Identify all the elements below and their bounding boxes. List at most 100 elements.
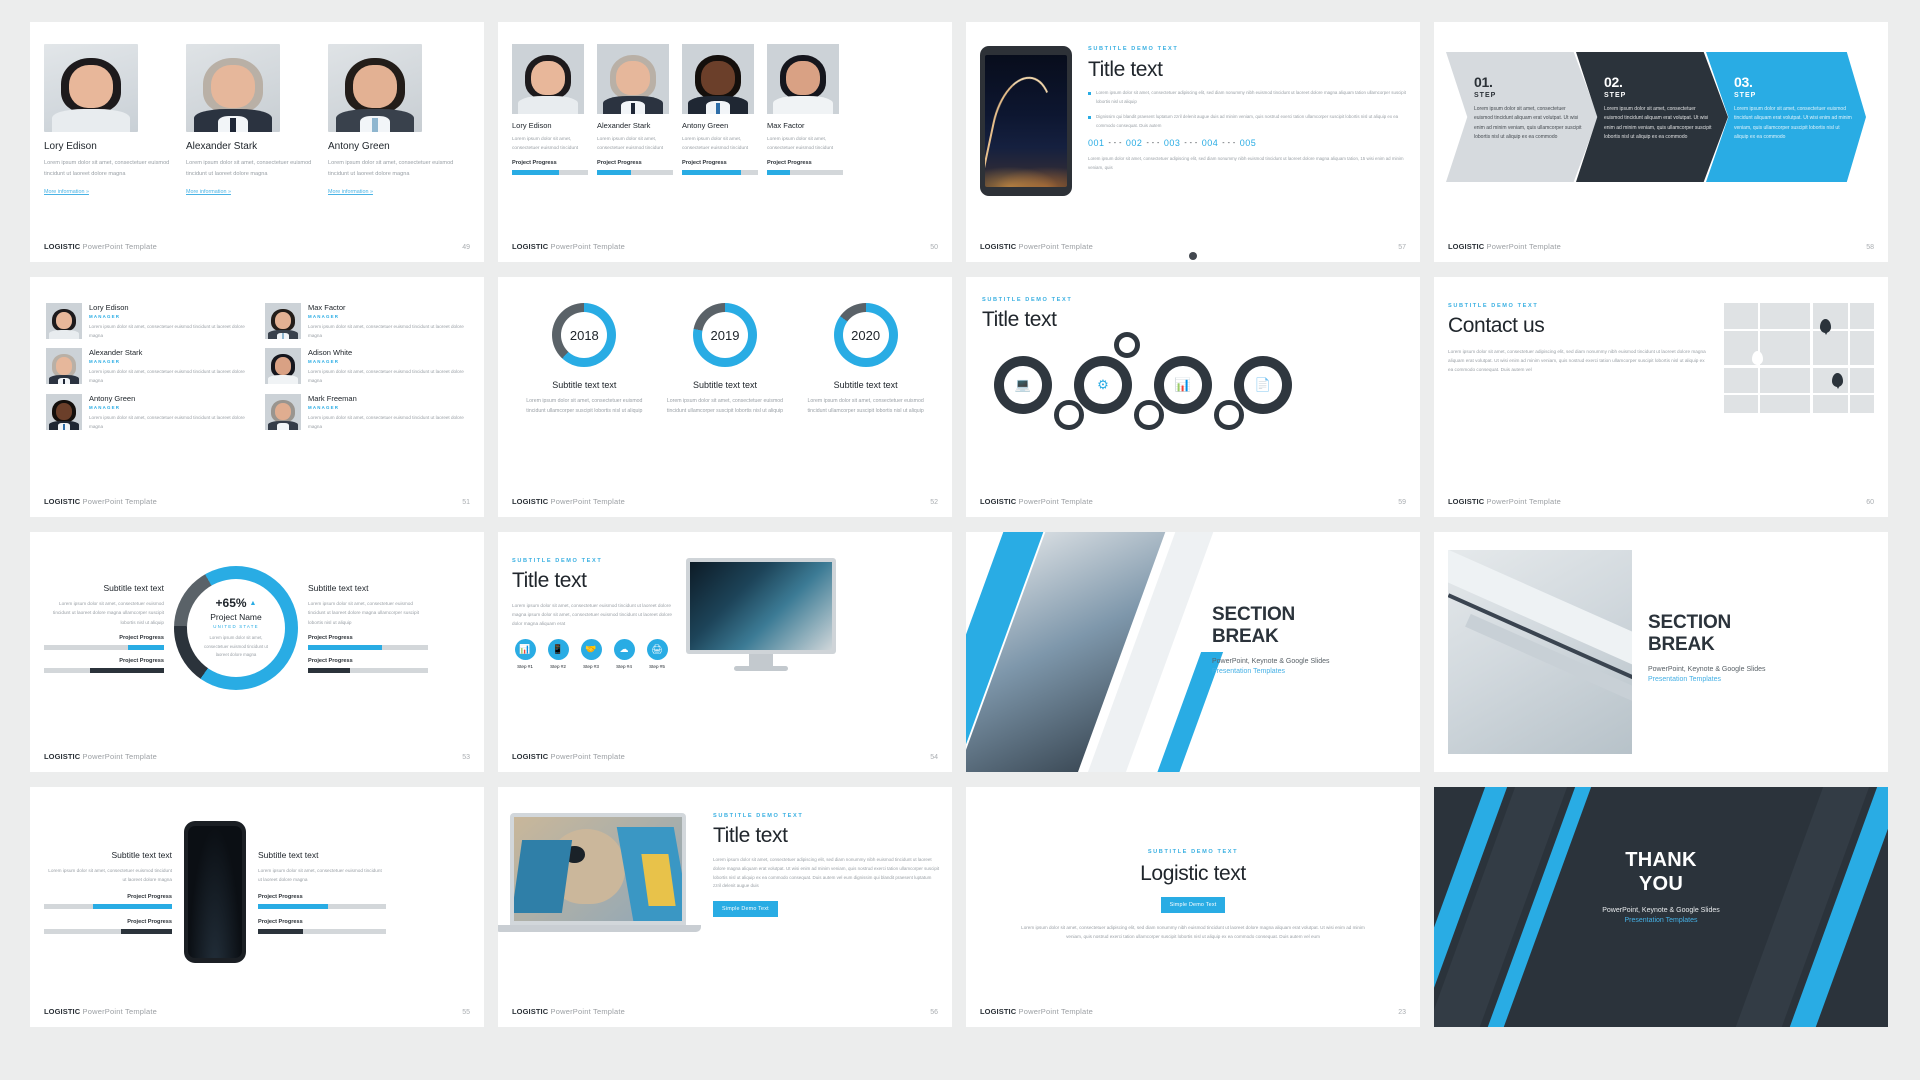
slide-footer: LOGISTIC PowerPoint Template bbox=[512, 752, 626, 761]
step-arrow-2[interactable]: 02. STEP Lorem ipsum dolor sit amet, con… bbox=[1576, 52, 1728, 182]
slide-title: Title text bbox=[512, 569, 587, 592]
step-label: STEP bbox=[1474, 92, 1497, 99]
sequence-number: 004 bbox=[1201, 138, 1219, 149]
donut-chart: 2020 bbox=[833, 303, 898, 367]
slide-23[interactable]: SUBTITLE DEMO TEXT Logistic text Simple … bbox=[966, 787, 1420, 1027]
gear-icon: 📊 bbox=[1154, 356, 1212, 414]
person-card[interactable]: Alexander Stark Lorem ipsum dolor sit am… bbox=[186, 44, 314, 198]
member-name: Adison White bbox=[308, 348, 353, 358]
bullet-dot bbox=[1088, 116, 1091, 120]
airplane-wing-image bbox=[1448, 550, 1632, 754]
progress-label: Project Progress bbox=[119, 634, 164, 641]
slide-footer: LOGISTIC PowerPoint Template bbox=[512, 497, 626, 506]
slide-55[interactable]: Subtitle text text Lorem ipsum dolor sit… bbox=[30, 787, 484, 1027]
right-desc: Lorem ipsum dolor sit amet, consectetuer… bbox=[308, 601, 419, 625]
donut-card[interactable]: 2019 Subtitle text text Lorem ipsum dolo… bbox=[666, 303, 784, 416]
map-pin-icon bbox=[1832, 373, 1843, 387]
progress-bar bbox=[258, 904, 386, 910]
progress-label: Project Progress bbox=[767, 159, 812, 166]
progress-label: Project Progress bbox=[308, 634, 353, 641]
step-number: 03. bbox=[1734, 74, 1753, 90]
section-accent-text: Presentation Templates bbox=[1212, 668, 1286, 676]
person-card[interactable]: Max Factor Lorem ipsum dolor sit amet, c… bbox=[767, 44, 843, 175]
slide-58[interactable]: 01. STEP Lorem ipsum dolor sit amet, con… bbox=[1434, 22, 1888, 262]
person-card[interactable]: Lory Edison Lorem ipsum dolor sit amet, … bbox=[512, 44, 588, 175]
progress-bar bbox=[512, 169, 588, 175]
demo-button[interactable]: Simple Demo Text bbox=[713, 901, 778, 918]
thank-you-line2: YOU bbox=[1638, 872, 1684, 895]
donut-subtitle: Subtitle text text bbox=[833, 380, 898, 390]
map-pin-icon bbox=[1752, 351, 1763, 365]
sequence-number: 001 bbox=[1088, 138, 1105, 149]
slide-50[interactable]: Lory Edison Lorem ipsum dolor sit amet, … bbox=[498, 22, 952, 262]
progress-label: Project Progress bbox=[127, 919, 172, 926]
left-desc: Lorem ipsum dolor sit amet, consectetuer… bbox=[48, 867, 172, 882]
step-item[interactable]: ☁ Step #4 bbox=[611, 639, 637, 669]
donut-card[interactable]: 2018 Subtitle text text Lorem ipsum dolo… bbox=[525, 303, 643, 416]
slide-caption: Lorem ipsum dolor sit amet, consectetuer… bbox=[1088, 156, 1404, 170]
progress-label: Project Progress bbox=[258, 919, 303, 926]
step-item[interactable]: 📊 Step #1 bbox=[512, 639, 538, 669]
avatar bbox=[265, 348, 301, 385]
slide-56[interactable]: SUBTITLE DEMO TEXT Title text Lorem ipsu… bbox=[498, 787, 952, 1027]
team-grid: Lory Edison MANAGER Lorem ipsum dolor sit … bbox=[30, 277, 484, 431]
demo-button[interactable]: Simple Demo Text bbox=[1160, 897, 1226, 913]
page-number: 57 bbox=[1398, 244, 1406, 251]
section-title-line2: BREAK bbox=[1648, 634, 1715, 656]
slide-footer: LOGISTIC PowerPoint Template bbox=[980, 242, 1094, 251]
person-desc: Lorem ipsum dolor sit amet, consectetuer… bbox=[44, 160, 170, 177]
slide-subtitle: SUBTITLE DEMO TEXT bbox=[512, 558, 603, 564]
sequence-number: 005 bbox=[1239, 138, 1257, 149]
slide-title: Title text bbox=[982, 308, 1057, 331]
person-card[interactable]: Antony Green Lorem ipsum dolor sit amet,… bbox=[328, 44, 456, 198]
slide-desc: Lorem ipsum dolor sit amet, consectetuer… bbox=[512, 603, 672, 627]
step-arrow-1[interactable]: 01. STEP Lorem ipsum dolor sit amet, con… bbox=[1446, 52, 1598, 182]
team-member[interactable]: Antony Green MANAGER Lorem ipsum dolor sit… bbox=[46, 393, 249, 431]
team-member[interactable]: Max Factor MANAGER Lorem ipsum dolor sit a… bbox=[265, 303, 468, 340]
slide-54[interactable]: SUBTITLE DEMO TEXT Title text Lorem ipsu… bbox=[498, 532, 952, 772]
donut-value: 2018 bbox=[561, 312, 608, 358]
contact-desc: Lorem ipsum dolor sit amet, consectetuer… bbox=[1448, 349, 1706, 373]
section-title-line1: SECTION bbox=[1212, 604, 1296, 625]
more-information-link[interactable]: More information » bbox=[186, 189, 231, 195]
slide-60[interactable]: SUBTITLE DEMO TEXT Contact us Lorem ipsu… bbox=[1434, 277, 1888, 517]
project-desc: Lorem ipsum dolor sit amet, consectetuer… bbox=[203, 635, 268, 658]
step-item[interactable]: 🤝 Step #3 bbox=[578, 639, 604, 669]
bullet-item: Lorem ipsum dolor sit amet, consectetuer… bbox=[1088, 89, 1406, 106]
slide-53[interactable]: Subtitle text text Lorem ipsum dolor sit… bbox=[30, 532, 484, 772]
step-item[interactable]: 📱 Step #2 bbox=[545, 639, 571, 669]
team-member[interactable]: Mark Freeman MANAGER Lorem ipsum dolor sit… bbox=[265, 393, 468, 431]
slide-footer: LOGISTIC PowerPoint Template bbox=[980, 1007, 1094, 1016]
map-image[interactable] bbox=[1724, 303, 1874, 413]
avatar bbox=[597, 44, 669, 114]
slide-thank-you[interactable]: THANK YOU PowerPoint, Keynote & Google S… bbox=[1434, 787, 1888, 1027]
slide-57[interactable]: SUBTITLE DEMO TEXT Title text Lorem ipsu… bbox=[966, 22, 1420, 262]
person-card[interactable]: Lory Edison Lorem ipsum dolor sit amet, … bbox=[44, 44, 172, 198]
person-name: Antony Green bbox=[682, 121, 729, 130]
slide-51[interactable]: Lory Edison MANAGER Lorem ipsum dolor sit … bbox=[30, 277, 484, 517]
thank-you-subtitle: PowerPoint, Keynote & Google Slides bbox=[1602, 907, 1720, 915]
people-row: Lory Edison Lorem ipsum dolor sit amet, … bbox=[30, 22, 484, 198]
person-card[interactable]: Antony Green Lorem ipsum dolor sit amet,… bbox=[682, 44, 758, 175]
slide-59[interactable]: SUBTITLE DEMO TEXT Title text 💻 ⚙ 📊 📄 LO… bbox=[966, 277, 1420, 517]
more-information-link[interactable]: More information » bbox=[328, 189, 373, 195]
slide-title: Logistic text bbox=[1140, 862, 1246, 885]
member-role: MANAGER bbox=[89, 359, 121, 365]
slide-section-break-2[interactable]: SECTION BREAK PowerPoint, Keynote & Goog… bbox=[1434, 532, 1888, 772]
phone-mockup bbox=[184, 821, 246, 963]
slide-section-break-1[interactable]: SECTION BREAK PowerPoint, Keynote & Goog… bbox=[966, 532, 1420, 772]
team-member[interactable]: Lory Edison MANAGER Lorem ipsum dolor sit … bbox=[46, 303, 249, 340]
person-card[interactable]: Alexander Stark Lorem ipsum dolor sit am… bbox=[597, 44, 673, 175]
team-member[interactable]: Adison White MANAGER Lorem ipsum dolor sit… bbox=[265, 348, 468, 385]
donut-card[interactable]: 2020 Subtitle text text Lorem ipsum dolo… bbox=[807, 303, 925, 416]
avatar bbox=[46, 303, 82, 339]
more-information-link[interactable]: More information » bbox=[44, 189, 89, 195]
step-item[interactable]: 🖨 Step #5 bbox=[644, 639, 670, 669]
monitor-mockup bbox=[686, 558, 836, 671]
team-member[interactable]: Alexander Stark MANAGER Lorem ipsum dolor … bbox=[46, 348, 249, 385]
slide-52[interactable]: 2018 Subtitle text text Lorem ipsum dolo… bbox=[498, 277, 952, 517]
number-sequence: 001- - - 002- - - 003- - - 004- - - 005 bbox=[1088, 138, 1406, 148]
step-arrow-3[interactable]: 03. STEP Lorem ipsum dolor sit amet, con… bbox=[1706, 52, 1866, 182]
left-desc: Lorem ipsum dolor sit amet, consectetuer… bbox=[53, 601, 164, 625]
slide-49[interactable]: Lory Edison Lorem ipsum dolor sit amet, … bbox=[30, 22, 484, 262]
